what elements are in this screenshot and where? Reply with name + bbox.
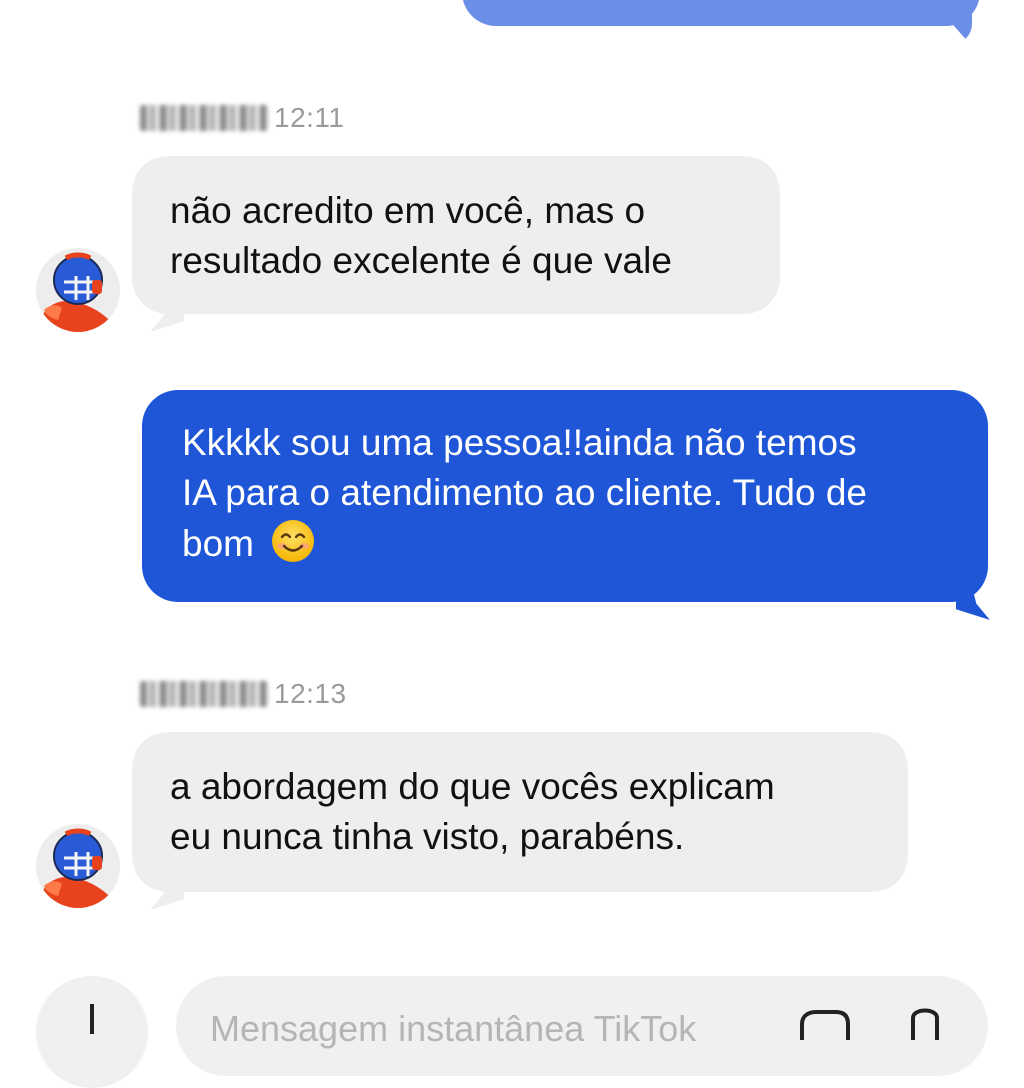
message-meta: 12:13 — [140, 676, 347, 712]
message-input[interactable]: Mensagem instantânea TikTok — [176, 976, 988, 1076]
smiling-face-emoji-icon — [272, 520, 315, 562]
add-attachment-button[interactable] — [36, 976, 148, 1088]
message-text-line: resultado excelente é que vale — [170, 240, 672, 281]
message-text-line: não acredito em você, mas o — [170, 190, 646, 231]
sender-name-blurred — [140, 681, 268, 707]
sticker-icon[interactable] — [792, 1000, 856, 1040]
message-input-placeholder: Mensagem instantânea TikTok — [210, 1008, 697, 1049]
message-text-line: Kkkkk sou uma pessoa!!ainda não temos — [182, 422, 857, 463]
sender-name-blurred — [140, 105, 268, 131]
message-text: bom — [182, 523, 254, 564]
incoming-message-bubble[interactable]: não acredito em você, mas o resultado ex… — [132, 156, 780, 314]
message-text-line: IA para o atendimento ao cliente. Tudo d… — [182, 472, 867, 513]
outgoing-message-bubble[interactable]: Kkkkk sou uma pessoa!!ainda não temos IA… — [142, 390, 988, 602]
previous-outgoing-message-bubble[interactable] — [462, 0, 980, 26]
message-text-line-with-emoji: bom — [182, 518, 950, 569]
avatar[interactable] — [36, 248, 120, 332]
avatar[interactable] — [36, 824, 120, 908]
plus-icon — [90, 1004, 94, 1034]
football-helmet-avatar-icon — [38, 252, 120, 332]
microphone-icon[interactable] — [900, 1000, 950, 1040]
message-timestamp: 12:13 — [274, 678, 347, 709]
message-text-line: eu nunca tinha visto, parabéns. — [170, 816, 685, 857]
incoming-message-bubble[interactable]: a abordagem do que vocês explicam eu nun… — [132, 732, 908, 892]
previous-outgoing-bubble-tail — [952, 10, 972, 44]
message-text-line: a abordagem do que vocês explicam — [170, 766, 775, 807]
message-timestamp: 12:11 — [274, 102, 345, 133]
football-helmet-avatar-icon — [38, 828, 120, 908]
message-meta: 12:11 — [140, 100, 345, 136]
